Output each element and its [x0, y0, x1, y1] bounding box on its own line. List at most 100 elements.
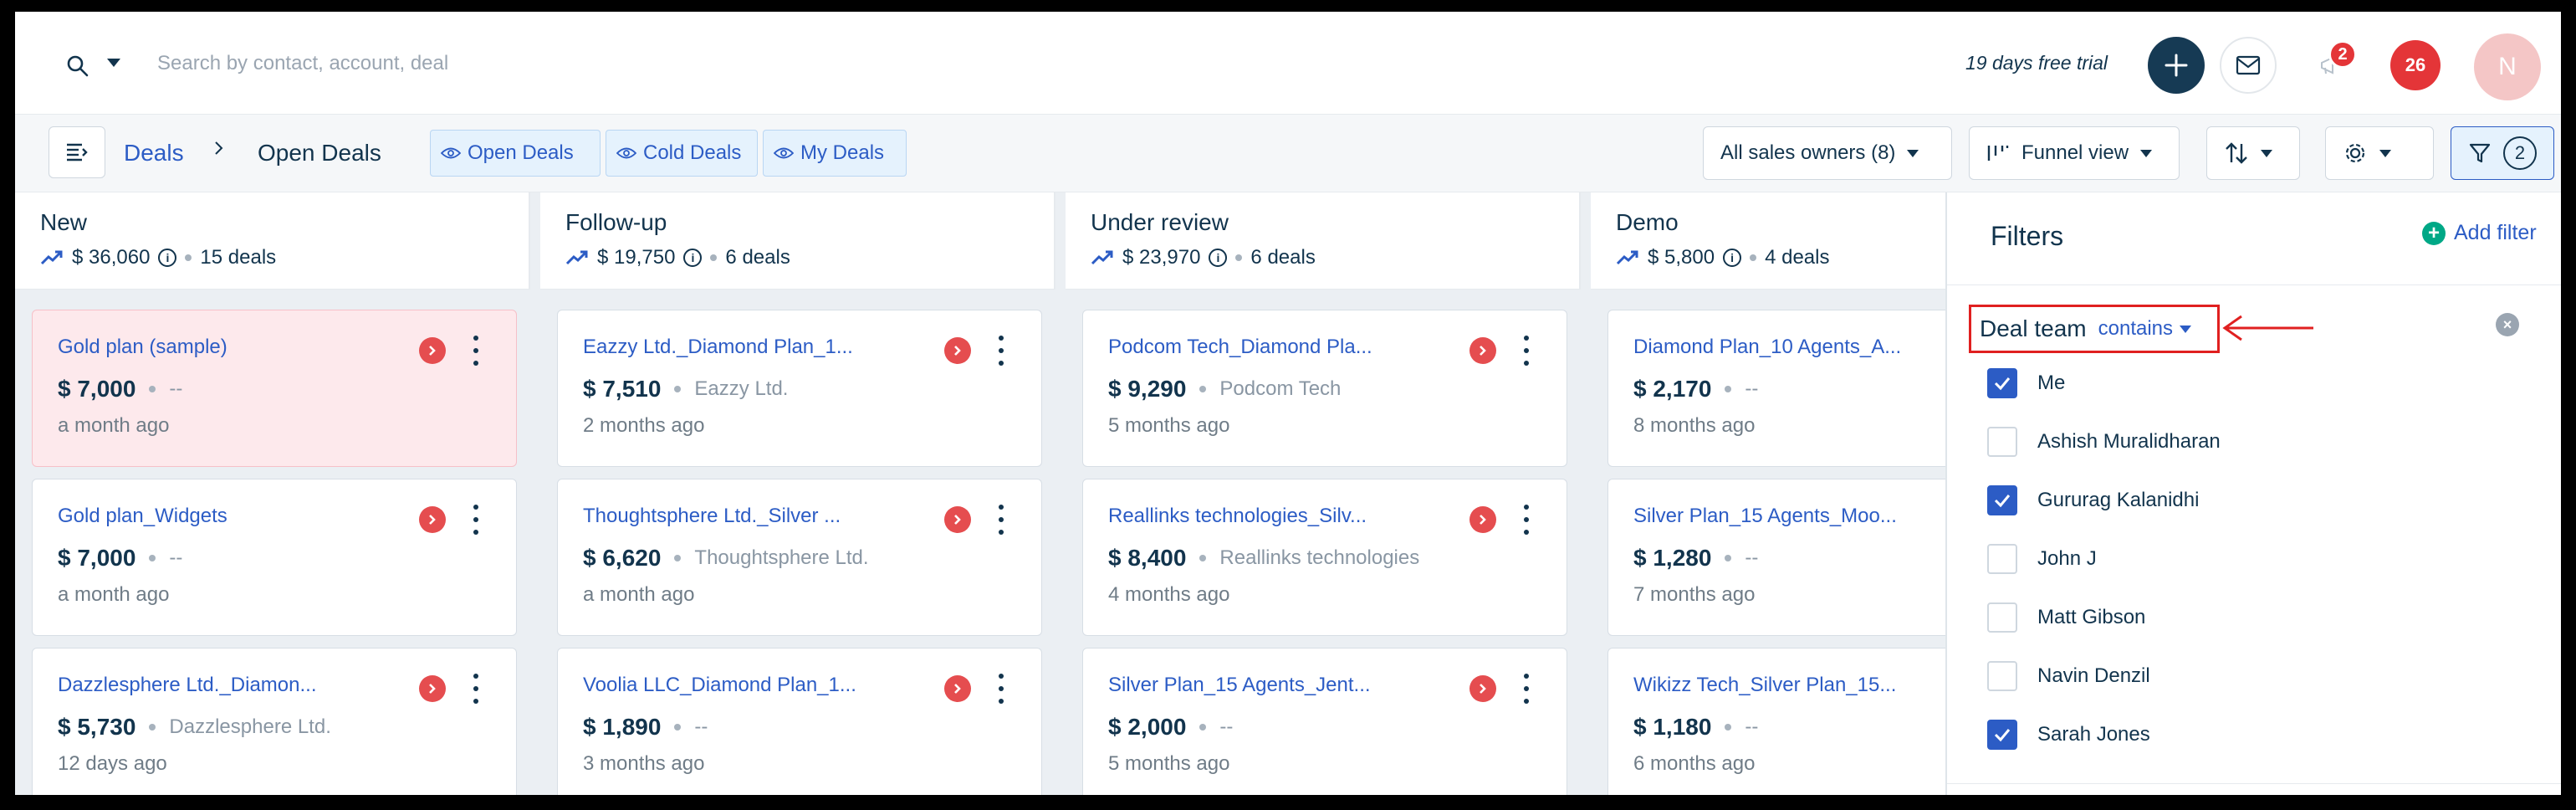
rotten-deal-icon — [419, 506, 446, 533]
column-header: Follow-up $ 19,750 i 6 deals — [540, 192, 1055, 290]
deal-card[interactable]: Voolia LLC_Diamond Plan_1... $ 1,890 -- … — [557, 648, 1042, 795]
board-settings-dropdown[interactable] — [2325, 126, 2434, 180]
deal-amount-row: $ 9,290 Podcom Tech — [1108, 376, 1341, 402]
info-icon[interactable]: i — [158, 249, 177, 267]
chevron-down-icon — [2379, 149, 2391, 157]
filter-option-me[interactable]: Me — [1987, 368, 2065, 398]
checkbox-checked[interactable] — [1987, 720, 2017, 750]
add-filter-button[interactable]: + Add filter — [2422, 221, 2537, 245]
deal-card[interactable]: Gold plan (sample) $ 7,000 -- a month ag… — [32, 310, 517, 467]
deal-amount: $ 1,890 — [583, 714, 662, 740]
remove-filter-icon[interactable]: × — [2496, 313, 2519, 336]
checkbox-checked[interactable] — [1987, 368, 2017, 398]
deal-age: a month ago — [583, 583, 695, 606]
search-scope-chevron-down-icon[interactable] — [107, 59, 120, 67]
checkbox-unchecked[interactable] — [1987, 427, 2017, 457]
deal-title-link[interactable]: Wikizz Tech_Silver Plan_15... — [1633, 674, 1945, 697]
column-stats: $ 5,800 i 4 deals — [1616, 246, 1829, 269]
sort-dropdown[interactable] — [2206, 126, 2300, 180]
deal-card[interactable]: Thoughtsphere Ltd._Silver ... $ 6,620 Th… — [557, 479, 1042, 636]
checkbox-unchecked[interactable] — [1987, 661, 2017, 691]
view-mode-dropdown[interactable]: Funnel view — [1969, 126, 2180, 180]
deal-title-link[interactable]: Thoughtsphere Ltd._Silver ... — [583, 505, 909, 528]
deal-amount: $ 8,400 — [1108, 545, 1187, 571]
checkbox-unchecked[interactable] — [1987, 602, 2017, 633]
deal-card[interactable]: Silver Plan_15 Agents_Jent... $ 2,000 --… — [1082, 648, 1567, 795]
deal-account: Thoughtsphere Ltd. — [694, 546, 869, 569]
filter-option-label: Sarah Jones — [2037, 723, 2150, 746]
deal-card[interactable]: Gold plan_Widgets $ 7,000 -- a month ago — [32, 479, 517, 636]
deal-title-link[interactable]: Gold plan_Widgets — [58, 505, 384, 528]
deal-card[interactable]: Silver Plan_15 Agents_Moo... $ 1,280 -- … — [1607, 479, 1945, 636]
plus-icon — [2165, 54, 2188, 77]
chevron-down-icon — [2261, 149, 2272, 157]
more-options-icon[interactable] — [998, 505, 1004, 535]
filter-option-sarah-jones[interactable]: Sarah Jones — [1987, 720, 2150, 750]
filter-count-badge: 2 — [2503, 136, 2537, 170]
deal-card[interactable]: Reallinks technologies_Silv... $ 8,400 R… — [1082, 479, 1567, 636]
filter-option-gururag-kalanidhi[interactable]: Gururag Kalanidhi — [1987, 485, 2199, 515]
filter-option-john-j[interactable]: John J — [1987, 544, 2097, 574]
search-icon[interactable] — [65, 54, 90, 79]
info-icon[interactable]: i — [1209, 249, 1228, 267]
breadcrumb-deals-link[interactable]: Deals — [124, 140, 184, 167]
deal-title-link[interactable]: Eazzy Ltd._Diamond Plan_1... — [583, 336, 909, 359]
email-button[interactable] — [2220, 37, 2277, 94]
deal-card[interactable]: Eazzy Ltd._Diamond Plan_1... $ 7,510 Eaz… — [557, 310, 1042, 467]
view-chip-cold-deals[interactable]: Cold Deals — [606, 130, 758, 177]
separator-dot — [1235, 254, 1243, 261]
deal-age: 3 months ago — [583, 752, 705, 775]
checkbox-unchecked[interactable] — [1987, 544, 2017, 574]
info-icon[interactable]: i — [1723, 249, 1742, 267]
deal-account: Reallinks technologies — [1219, 546, 1420, 569]
sales-owner-dropdown[interactable]: All sales owners (8) — [1703, 126, 1952, 180]
view-chip-my-deals[interactable]: My Deals — [763, 130, 907, 177]
search-input[interactable] — [157, 45, 910, 82]
deal-title-link[interactable]: Diamond Plan_10 Agents_A... — [1633, 336, 1945, 359]
more-options-icon[interactable] — [473, 336, 479, 366]
quick-add-button[interactable] — [2148, 37, 2205, 94]
deal-title-link[interactable]: Gold plan (sample) — [58, 336, 384, 359]
deal-card[interactable]: Wikizz Tech_Silver Plan_15... $ 1,180 --… — [1607, 648, 1945, 795]
column-stats: $ 36,060 i 15 deals — [40, 246, 276, 269]
filter-toggle-button[interactable]: 2 — [2451, 126, 2554, 180]
deal-age: a month ago — [58, 414, 170, 437]
deal-title-link[interactable]: Podcom Tech_Diamond Pla... — [1108, 336, 1434, 359]
deal-card[interactable]: Dazzlesphere Ltd._Diamon... $ 5,730 Dazz… — [32, 648, 517, 795]
separator-dot — [185, 254, 192, 261]
alerts-count-badge[interactable]: 26 — [2390, 40, 2441, 90]
sidebar-toggle-button[interactable] — [49, 126, 105, 178]
deal-title-link[interactable]: Dazzlesphere Ltd._Diamon... — [58, 674, 384, 697]
deal-card[interactable]: Diamond Plan_10 Agents_A... $ 2,170 -- 8… — [1607, 310, 1945, 467]
pipeline-column-under-review: Under review $ 23,970 i 6 deals Podcom T… — [1066, 192, 1581, 795]
view-chip-open-deals[interactable]: Open Deals — [430, 130, 601, 177]
more-options-icon[interactable] — [1523, 336, 1530, 366]
user-avatar[interactable]: N — [2474, 33, 2541, 100]
deal-account: -- — [1219, 715, 1234, 738]
info-icon[interactable]: i — [683, 249, 703, 267]
filter-option-navin-denzil[interactable]: Navin Denzil — [1987, 661, 2150, 691]
filter-option-ashish-muralidharan[interactable]: Ashish Muralidharan — [1987, 427, 2221, 457]
more-options-icon[interactable] — [998, 674, 1004, 704]
deal-title-link[interactable]: Silver Plan_15 Agents_Jent... — [1108, 674, 1434, 697]
deal-title-link[interactable]: Voolia LLC_Diamond Plan_1... — [583, 674, 909, 697]
eye-icon — [616, 147, 636, 159]
more-options-icon[interactable] — [1523, 674, 1530, 704]
deal-card[interactable]: Podcom Tech_Diamond Pla... $ 9,290 Podco… — [1082, 310, 1567, 467]
more-options-icon[interactable] — [1523, 505, 1530, 535]
separator-dot — [674, 724, 682, 731]
deal-amount-row: $ 7,510 Eazzy Ltd. — [583, 376, 788, 402]
deal-amount-row: $ 2,000 -- — [1108, 714, 1233, 741]
deal-amount: $ 2,000 — [1108, 714, 1187, 740]
deal-title-link[interactable]: Reallinks technologies_Silv... — [1108, 505, 1434, 528]
filter-option-matt-gibson[interactable]: Matt Gibson — [1987, 602, 2145, 633]
more-options-icon[interactable] — [998, 336, 1004, 366]
checkbox-checked[interactable] — [1987, 485, 2017, 515]
more-options-icon[interactable] — [473, 674, 479, 704]
chevron-down-icon — [1907, 149, 1919, 157]
filter-condition-highlight: Deal team contains — [1969, 305, 2220, 353]
deal-title-link[interactable]: Silver Plan_15 Agents_Moo... — [1633, 505, 1945, 528]
rotten-deal-icon — [1469, 506, 1496, 533]
more-options-icon[interactable] — [473, 505, 479, 535]
filter-operator-dropdown[interactable]: contains — [2098, 317, 2192, 341]
